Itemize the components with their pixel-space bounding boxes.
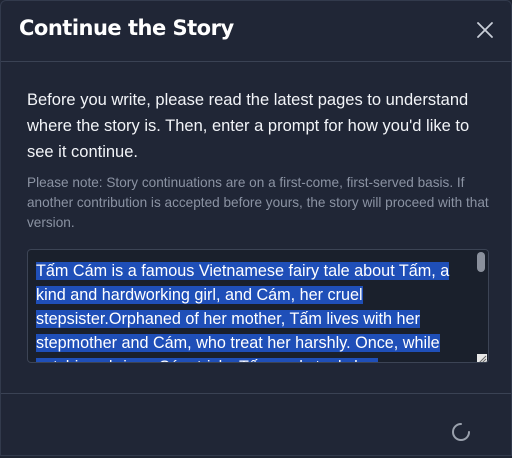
story-textarea[interactable]: Tấm Cám is a famous Vietnamese fairy tal… [27,249,489,363]
dialog-header: Continue the Story [1,1,511,62]
dialog-title: Continue the Story [19,16,234,40]
loading-spinner-icon [451,422,471,442]
scroll-thumb[interactable] [477,252,485,272]
continue-story-dialog: Continue the Story Before you write, ple… [0,0,512,456]
intro-text: Before you write, please read the latest… [27,91,470,161]
story-selected-text: Tấm Cám is a famous Vietnamese fairy tal… [36,262,450,362]
close-icon[interactable] [474,19,496,41]
story-text: Tấm Cám is a famous Vietnamese fairy tal… [36,259,472,362]
resize-handle-icon[interactable] [477,351,487,362]
textarea-scrollbar[interactable] [474,250,488,362]
dialog-footer [1,393,511,458]
note-text: Please note: Story continuations are on … [27,175,489,230]
